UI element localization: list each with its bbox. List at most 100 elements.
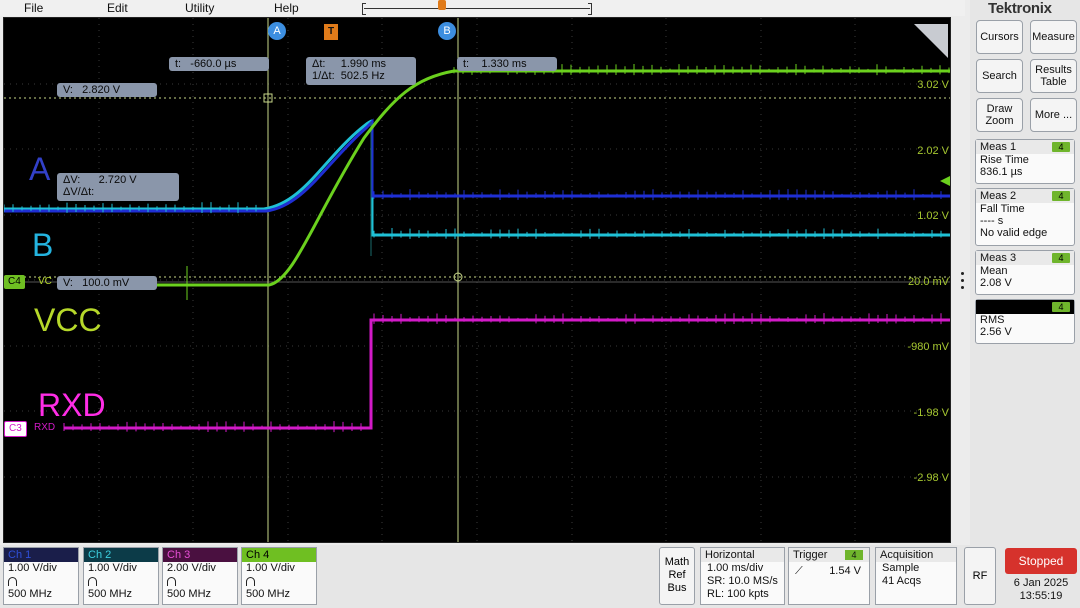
meas-name: RMS xyxy=(980,314,1005,326)
readout-cursor-a-voltage: V: 2.820 V xyxy=(57,83,157,97)
probe-icon xyxy=(8,576,17,586)
scale-label: -2.98 V xyxy=(913,472,949,484)
meas-value: 2.08 V xyxy=(980,277,1012,289)
run-stop-button[interactable]: Stopped xyxy=(1005,548,1077,574)
acquisition-title: Acquisition xyxy=(876,548,956,562)
acquisition-badge[interactable]: Acquisition Sample 41 Acqs xyxy=(875,547,957,605)
meas-2-badge[interactable]: Meas 2 4 Fall Time ---- s No valid edge xyxy=(975,188,1075,246)
cursors-button[interactable]: Cursors xyxy=(976,20,1023,54)
ch3-trace xyxy=(64,318,950,430)
ch-scale: 1.00 V/div xyxy=(88,562,137,574)
trigger-level: 1.54 V xyxy=(829,565,861,577)
readout-cursor-b-time: t: 1.330 ms xyxy=(457,57,557,71)
results-table-button[interactable]: Results Table xyxy=(1030,59,1077,93)
menu-file[interactable]: File xyxy=(24,0,43,16)
search-button[interactable]: Search xyxy=(976,59,1023,93)
ch3-badge[interactable]: Ch 3 2.00 V/div 500 MHz xyxy=(162,547,238,605)
label-b: B xyxy=(32,227,54,263)
ref-label: Ref xyxy=(668,569,686,581)
horizontal-sample-rate: SR: 10.0 MS/s xyxy=(707,575,778,587)
rising-edge-icon: ⟋ xyxy=(795,565,803,577)
meas-value: ---- s xyxy=(980,215,1004,227)
cursor-a-marker[interactable]: A xyxy=(268,22,286,40)
probe-icon xyxy=(246,576,255,586)
horizontal-badge[interactable]: Horizontal 1.00 ms/div SR: 10.0 MS/s RL:… xyxy=(700,547,785,605)
horizontal-record-length: RL: 100 kpts xyxy=(707,588,769,600)
scale-label: 1.02 V xyxy=(917,210,949,222)
menu-edit[interactable]: Edit xyxy=(107,0,128,16)
ch-scale: 2.00 V/div xyxy=(167,562,216,574)
horizontal-scale: 1.00 ms/div xyxy=(707,562,764,574)
meas-name: Mean xyxy=(980,265,1008,277)
scale-label: -1.98 V xyxy=(913,407,949,419)
bus-label: Bus xyxy=(667,582,687,594)
readout-cursor-b-voltage: V: 100.0 mV xyxy=(57,276,157,290)
trigger-level-arrow-icon xyxy=(940,176,950,186)
meas-status: No valid edge xyxy=(980,227,1048,239)
ch4-tag-label: VC xyxy=(38,276,52,287)
ch4-badge[interactable]: Ch 4 1.00 V/div 500 MHz xyxy=(241,547,317,605)
meas-1-badge[interactable]: Meas 1 4 Rise Time 836.1 µs xyxy=(975,139,1075,184)
ch-name: Ch 2 xyxy=(84,548,158,562)
horizontal-title: Horizontal xyxy=(701,548,784,562)
source-badge: 4 xyxy=(1052,142,1070,152)
brand-logo: Tektronix xyxy=(988,0,1052,17)
ch-scale: 1.00 V/div xyxy=(8,562,57,574)
source-badge: 4 xyxy=(1052,302,1070,312)
ch3-tag-label: RXD xyxy=(34,422,56,433)
ch-bandwidth: 500 MHz xyxy=(246,588,291,600)
waveform-display[interactable]: A B T t: -660.0 µs V: 2.820 V Δt: 1.990 … xyxy=(3,17,951,543)
readout-cursor-a-time: t: -660.0 µs xyxy=(169,57,269,71)
readout-delta-voltage: ΔV: 2.720 V ΔV/Δt: xyxy=(57,173,179,201)
trigger-badge[interactable]: Trigger 4 ⟋ 1.54 V xyxy=(788,547,870,605)
meas-title: Meas 2 xyxy=(980,190,1017,202)
label-a: A xyxy=(29,151,51,187)
timeline-trigger-marker-icon xyxy=(438,0,446,10)
ch1-badge[interactable]: Ch 1 1.00 V/div 500 MHz xyxy=(3,547,79,605)
trigger-position-marker[interactable]: T xyxy=(324,24,338,40)
scale-label: -980 mV xyxy=(907,341,949,353)
ch-name: Ch 4 xyxy=(242,548,316,562)
meas-title: Meas 1 xyxy=(980,141,1017,153)
ch-name: Ch 1 xyxy=(4,548,78,562)
rf-button[interactable]: RF xyxy=(964,547,996,605)
more-dots-icon[interactable] xyxy=(961,272,965,296)
meas-title: Meas 3 xyxy=(980,252,1017,264)
probe-icon xyxy=(88,576,97,586)
record-timeline[interactable] xyxy=(362,0,592,15)
meas-value: 836.1 µs xyxy=(980,166,1023,178)
meas-name: Rise Time xyxy=(980,154,1029,166)
acquisition-mode: Sample xyxy=(882,562,920,574)
time: 13:55:19 xyxy=(1019,590,1063,602)
menu-bar: File Edit Utility Help xyxy=(0,0,965,16)
trigger-title: Trigger xyxy=(793,549,828,561)
measure-button[interactable]: Measure xyxy=(1030,20,1077,54)
menu-help[interactable]: Help xyxy=(274,0,299,16)
acquisition-count: 41 Acqs xyxy=(882,575,922,587)
scale-label: 2.02 V xyxy=(917,145,949,157)
date: 6 Jan 2025 xyxy=(1013,577,1069,589)
ch2-badge[interactable]: Ch 2 1.00 V/div 500 MHz xyxy=(83,547,159,605)
ch-bandwidth: 500 MHz xyxy=(8,588,53,600)
label-rxd: RXD xyxy=(38,387,106,423)
readout-delta-time: Δt: 1.990 ms 1/Δt: 502.5 Hz xyxy=(306,57,416,85)
date-time: 6 Jan 2025 13:55:19 xyxy=(1005,577,1077,603)
probe-icon xyxy=(167,576,176,586)
ch4-offset-tag[interactable]: C4 xyxy=(4,275,25,289)
cursor-b-marker[interactable]: B xyxy=(438,22,456,40)
draw-zoom-button[interactable]: Draw Zoom xyxy=(976,98,1023,132)
meas-name: Fall Time xyxy=(980,203,1025,215)
menu-utility[interactable]: Utility xyxy=(185,0,214,16)
ch-bandwidth: 500 MHz xyxy=(167,588,212,600)
math-ref-bus-button[interactable]: Math Ref Bus xyxy=(659,547,695,605)
meas-4-badge[interactable]: 4 RMS 2.56 V xyxy=(975,299,1075,344)
source-badge: 4 xyxy=(1052,253,1070,263)
meas-3-badge[interactable]: Meas 3 4 Mean 2.08 V xyxy=(975,250,1075,295)
more-button[interactable]: More ... xyxy=(1030,98,1077,132)
label-vcc: VCC xyxy=(34,302,102,338)
ch-name: Ch 3 xyxy=(163,548,237,562)
math-label: Math xyxy=(664,556,690,568)
ch3-offset-tag[interactable]: C3 xyxy=(4,421,27,437)
ch4-trace xyxy=(154,69,950,287)
ch-scale: 1.00 V/div xyxy=(246,562,295,574)
